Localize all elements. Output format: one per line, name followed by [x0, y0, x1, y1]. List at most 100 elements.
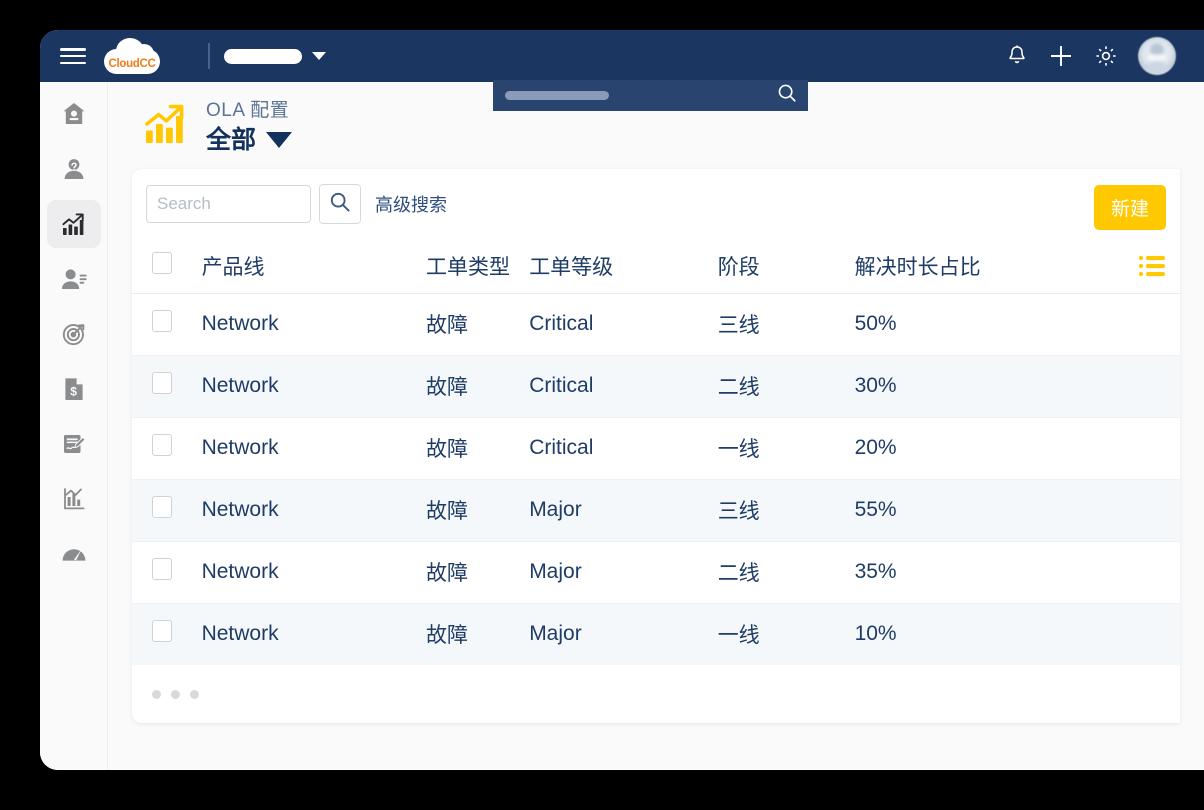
column-header-product-line[interactable]: 产品线	[202, 239, 426, 293]
plus-icon[interactable]	[1048, 43, 1074, 69]
page-title-row: 全部	[206, 125, 292, 155]
bell-icon[interactable]	[1006, 44, 1028, 68]
cell-ticket-type: 故障	[426, 603, 529, 665]
sidebar-item-home[interactable]	[47, 90, 101, 138]
cell-product-line: Network	[202, 541, 426, 603]
cell-ticket-level: Critical	[529, 417, 718, 479]
table-row[interactable]: Network 故障 Critical 三线 50%	[132, 293, 1180, 355]
cell-ticket-level: Major	[529, 603, 718, 665]
column-header-stage[interactable]: 阶段	[718, 239, 855, 293]
cloudcc-logo[interactable]: CloudCC	[104, 36, 160, 76]
new-button[interactable]: 新建	[1094, 185, 1166, 230]
row-select-cell	[132, 603, 202, 665]
list-toolbar: 高级搜索 新建	[132, 169, 1180, 239]
cell-product-line: Network	[202, 417, 426, 479]
avatar-blur-shape	[1144, 61, 1170, 75]
sidebar-rail: $	[40, 82, 108, 770]
sidebar-item-targets[interactable]	[47, 310, 101, 358]
row-checkbox[interactable]	[152, 620, 172, 642]
table-row[interactable]: Network 故障 Major 一线 10%	[132, 603, 1180, 665]
cell-ticket-type: 故障	[426, 479, 529, 541]
bar-chart-arrow-icon	[140, 98, 192, 155]
cell-resolution-ratio: 35%	[855, 541, 1113, 603]
cell-spacer	[1113, 417, 1180, 479]
table-header-row: 产品线 工单类型 工单等级 阶段 解决时长占比	[132, 239, 1180, 293]
search-icon[interactable]	[776, 82, 798, 109]
cell-resolution-ratio: 10%	[855, 603, 1113, 665]
select-all-header	[132, 239, 202, 293]
cell-resolution-ratio: 20%	[855, 417, 1113, 479]
table-row[interactable]: Network 故障 Critical 一线 20%	[132, 417, 1180, 479]
global-search-input[interactable]	[493, 80, 808, 111]
cell-spacer	[1113, 541, 1180, 603]
pagination-dot[interactable]	[190, 690, 199, 699]
sidebar-item-notes[interactable]	[47, 420, 101, 468]
cell-stage: 二线	[718, 541, 855, 603]
cell-product-line: Network	[202, 603, 426, 665]
sidebar-item-invoices[interactable]: $	[47, 365, 101, 413]
row-select-cell	[132, 541, 202, 603]
row-checkbox[interactable]	[152, 496, 172, 518]
cell-ticket-type: 故障	[426, 355, 529, 417]
row-select-cell	[132, 355, 202, 417]
cell-stage: 三线	[718, 293, 855, 355]
pagination-dot[interactable]	[171, 690, 180, 699]
body-area: $	[40, 82, 1204, 770]
cell-ticket-type: 故障	[426, 293, 529, 355]
cell-product-line: Network	[202, 479, 426, 541]
sidebar-item-statistics[interactable]	[47, 475, 101, 523]
records-table: 产品线 工单类型 工单等级 阶段 解决时长占比	[132, 239, 1180, 665]
sidebar-item-dashboard[interactable]	[47, 530, 101, 578]
list-icon[interactable]	[1113, 253, 1180, 279]
page-title: 全部	[206, 125, 256, 155]
advanced-search-link[interactable]: 高级搜索	[375, 191, 447, 217]
table-row[interactable]: Network 故障 Critical 二线 30%	[132, 355, 1180, 417]
column-header-resolution-ratio[interactable]: 解决时长占比	[855, 239, 1113, 293]
cell-ticket-level: Critical	[529, 355, 718, 417]
list-view-card: 高级搜索 新建 产品线 工单类型 工单等级 阶段 解决时长占	[132, 169, 1180, 723]
select-all-checkbox[interactable]	[152, 252, 172, 274]
search-input[interactable]	[157, 194, 300, 214]
row-checkbox[interactable]	[152, 434, 172, 456]
cell-product-line: Network	[202, 293, 426, 355]
cell-spacer	[1113, 355, 1180, 417]
row-checkbox[interactable]	[152, 372, 172, 394]
cell-stage: 一线	[718, 417, 855, 479]
topbar-actions	[1006, 30, 1176, 82]
row-checkbox[interactable]	[152, 310, 172, 332]
sidebar-item-reports-analytics[interactable]	[47, 200, 101, 248]
search-button[interactable]	[319, 184, 361, 224]
logo-text: CloudCC	[104, 57, 160, 71]
hamburger-menu-icon[interactable]	[60, 46, 86, 66]
table-row[interactable]: Network 故障 Major 二线 35%	[132, 541, 1180, 603]
cell-stage: 三线	[718, 479, 855, 541]
page-title-block: OLA 配置 全部	[206, 99, 292, 155]
row-select-cell	[132, 479, 202, 541]
avatar[interactable]	[1138, 37, 1176, 75]
sidebar-item-leads[interactable]	[47, 145, 101, 193]
cell-resolution-ratio: 55%	[855, 479, 1113, 541]
cell-stage: 二线	[718, 355, 855, 417]
svg-text:$: $	[70, 384, 77, 398]
pagination-dots[interactable]	[152, 690, 199, 699]
table-row[interactable]: Network 故障 Major 三线 55%	[132, 479, 1180, 541]
app-switcher-dropdown[interactable]	[224, 49, 326, 64]
row-checkbox[interactable]	[152, 558, 172, 580]
search-input-wrapper[interactable]	[146, 185, 311, 223]
search-icon	[328, 190, 352, 219]
sidebar-item-contacts[interactable]	[47, 255, 101, 303]
column-header-ticket-type[interactable]: 工单类型	[426, 239, 529, 293]
cell-spacer	[1113, 293, 1180, 355]
cell-ticket-level: Major	[529, 541, 718, 603]
cell-ticket-level: Critical	[529, 293, 718, 355]
gear-icon[interactable]	[1094, 44, 1118, 68]
card-footer	[132, 665, 1180, 723]
cell-ticket-level: Major	[529, 479, 718, 541]
row-select-cell	[132, 293, 202, 355]
chevron-down-icon[interactable]	[266, 132, 292, 148]
cell-product-line: Network	[202, 355, 426, 417]
cell-resolution-ratio: 50%	[855, 293, 1113, 355]
main-content: OLA 配置 全部	[108, 82, 1204, 770]
pagination-dot[interactable]	[152, 690, 161, 699]
column-header-ticket-level[interactable]: 工单等级	[529, 239, 718, 293]
